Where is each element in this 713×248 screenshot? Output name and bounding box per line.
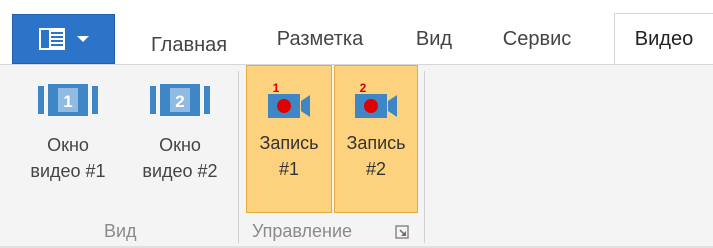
tab-home[interactable]: Главная — [130, 20, 248, 70]
tab-view[interactable]: Вид — [404, 14, 464, 64]
tab-service[interactable]: Сервис — [482, 14, 592, 64]
group-divider — [424, 71, 425, 243]
svg-text:1: 1 — [273, 81, 280, 95]
ribbon-window: Главная Разметка Вид Сервис Видео 1 Окно… — [0, 0, 713, 248]
chevron-down-icon — [76, 36, 89, 42]
ribbon-tab-strip: Главная Разметка Вид Сервис Видео — [0, 0, 713, 66]
record-1-button[interactable]: 1 Запись #1 — [246, 65, 332, 213]
record-2-button[interactable]: 2 Запись #2 — [334, 65, 418, 213]
app-menu-button[interactable] — [12, 14, 115, 64]
tab-video[interactable]: Видео — [614, 13, 713, 65]
group-control-label: Управление — [252, 221, 353, 241]
record-camera-2-icon: 2 — [355, 81, 397, 118]
record-camera-1-icon: 1 — [268, 81, 310, 118]
record-2-label-line2: #2 — [365, 159, 387, 179]
dialog-launcher-icon[interactable] — [395, 225, 409, 239]
svg-text:2: 2 — [360, 81, 367, 95]
record-1-label-line2: #1 — [278, 159, 300, 179]
group-control: 1 Запись #1 2 Запись #2 Управление — [0, 65, 713, 248]
ribbon-panel-video: 1 Окно видео #1 2 Окно видео #2 Вид 1 За… — [0, 65, 713, 248]
record-1-label-line1: Запись — [259, 133, 319, 153]
tab-markup[interactable]: Разметка — [260, 14, 380, 64]
record-2-label-line1: Запись — [346, 133, 406, 153]
app-menu-icon — [38, 28, 65, 50]
